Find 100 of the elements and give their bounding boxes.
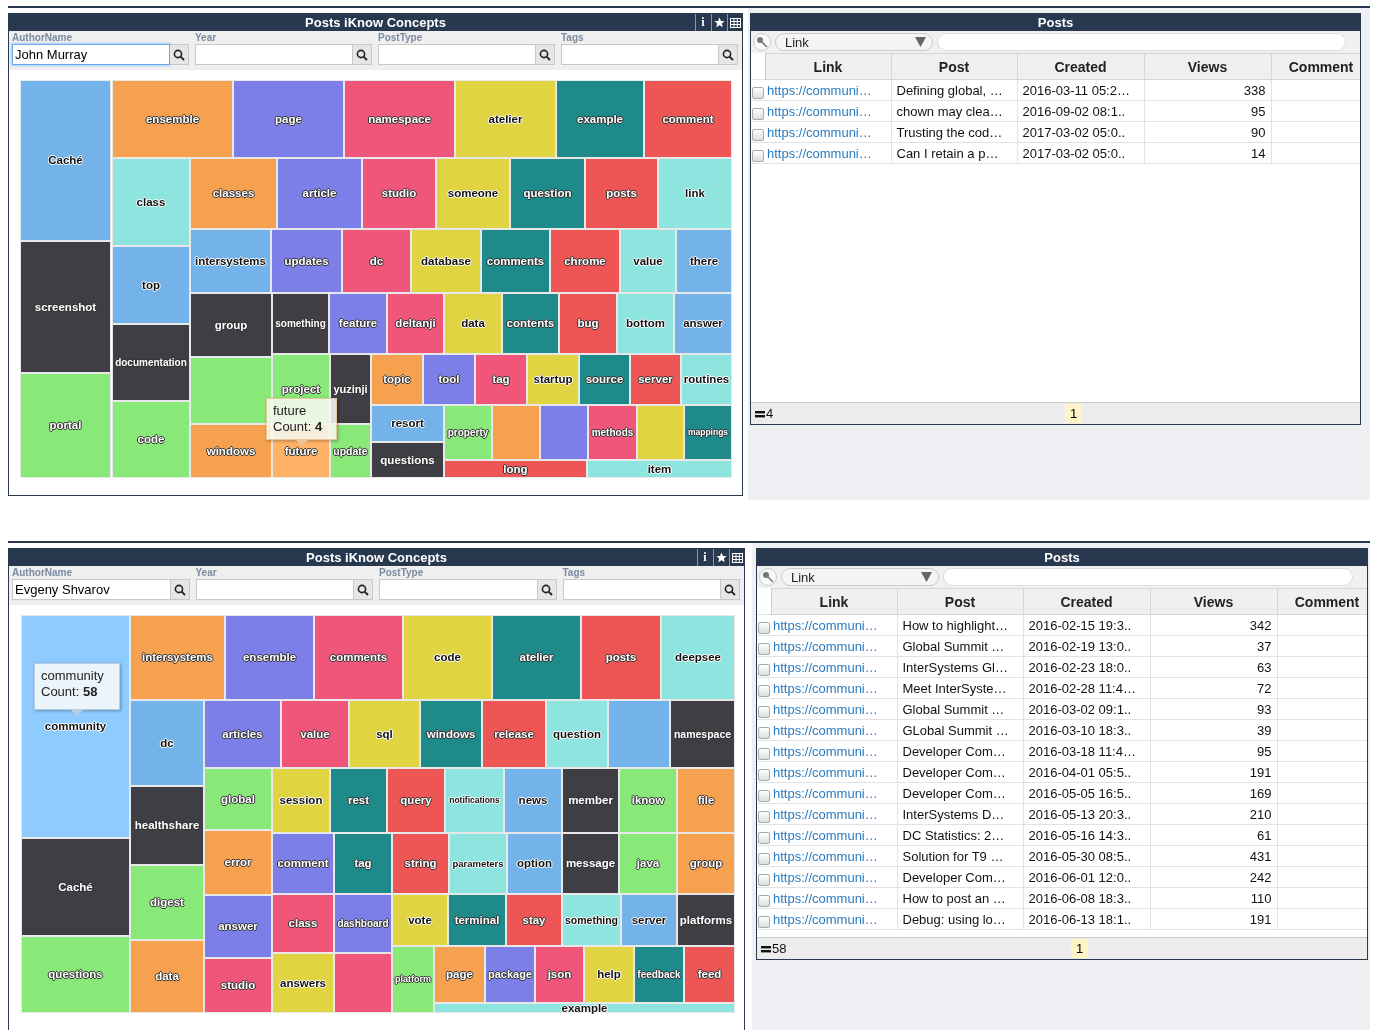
- filter-input[interactable]: Evgeny Shvarov: [12, 579, 171, 600]
- treemap-tile[interactable]: studio: [204, 958, 272, 1013]
- row-checkbox[interactable]: [758, 684, 770, 697]
- treemap-tile[interactable]: answers: [272, 953, 334, 1013]
- favorite-button[interactable]: [713, 549, 728, 566]
- row-checkbox[interactable]: [758, 747, 770, 760]
- field-dropdown[interactable]: Link: [781, 568, 939, 586]
- filter-input[interactable]: [561, 44, 719, 65]
- treemap-tile[interactable]: contents: [502, 293, 559, 354]
- column-header[interactable]: Post: [897, 588, 1023, 615]
- treemap-tile[interactable]: source: [579, 354, 630, 405]
- treemap-tile[interactable]: string: [392, 833, 449, 894]
- treemap-tile[interactable]: feed: [684, 946, 735, 1003]
- treemap-tile[interactable]: page: [233, 80, 344, 158]
- search-button[interactable]: [719, 44, 738, 65]
- treemap-tile[interactable]: stay: [506, 894, 562, 946]
- column-header[interactable]: Created: [1017, 53, 1144, 80]
- treemap-tile[interactable]: item: [587, 460, 732, 478]
- column-header[interactable]: Link: [765, 53, 891, 80]
- treemap-tile[interactable]: notifications: [445, 768, 504, 833]
- treemap-tile[interactable]: routines: [681, 354, 732, 405]
- treemap-tile[interactable]: something: [562, 894, 621, 946]
- field-dropdown[interactable]: Link: [775, 33, 933, 51]
- filter-input[interactable]: [195, 44, 353, 65]
- favorite-button[interactable]: [711, 14, 726, 31]
- treemap-tile[interactable]: healthshare: [130, 786, 204, 865]
- table-view-button[interactable]: [727, 14, 742, 31]
- row-checkbox[interactable]: [758, 831, 770, 844]
- treemap-tile[interactable]: atelier: [492, 615, 581, 700]
- row-checkbox[interactable]: [758, 663, 770, 676]
- treemap-tile[interactable]: comments: [481, 229, 550, 293]
- treemap-tile[interactable]: terminal: [448, 894, 506, 946]
- treemap-tile[interactable]: screenshot: [20, 241, 111, 373]
- row-checkbox[interactable]: [758, 768, 770, 781]
- treemap-tile[interactable]: example: [556, 80, 644, 158]
- treemap-tile[interactable]: comment: [272, 833, 334, 894]
- treemap-tile[interactable]: Caché: [20, 80, 111, 241]
- filter-input[interactable]: [195, 579, 354, 600]
- treemap-tile[interactable]: tag: [334, 833, 392, 894]
- treemap-tile[interactable]: message: [562, 833, 619, 894]
- row-checkbox[interactable]: [758, 789, 770, 802]
- treemap-tile[interactable]: studio: [362, 158, 436, 229]
- treemap-tile[interactable]: posts: [585, 158, 658, 229]
- treemap-tile[interactable]: feature: [329, 293, 387, 354]
- treemap-tile[interactable]: parameters: [449, 833, 507, 894]
- treemap-tile[interactable]: group: [190, 293, 272, 357]
- treemap-tile[interactable]: mappings: [684, 405, 732, 460]
- column-header[interactable]: Link: [771, 588, 897, 615]
- treemap-tile[interactable]: there: [676, 229, 732, 293]
- treemap-tile[interactable]: news: [504, 768, 562, 833]
- column-header[interactable]: Views: [1150, 588, 1277, 615]
- treemap-tile[interactable]: question: [510, 158, 585, 229]
- treemap-tile[interactable]: posts: [581, 615, 661, 700]
- treemap-tile[interactable]: namespace: [344, 80, 455, 158]
- page-button[interactable]: 1: [1065, 404, 1083, 423]
- treemap-tile[interactable]: dc: [342, 229, 411, 293]
- treemap-tile[interactable]: release: [482, 700, 546, 768]
- treemap-tile[interactable]: dc: [130, 700, 204, 786]
- column-header[interactable]: Views: [1144, 53, 1271, 80]
- search-button[interactable]: [353, 44, 372, 65]
- treemap-tile[interactable]: documentation: [112, 324, 190, 401]
- search-field[interactable]: [937, 33, 1346, 51]
- treemap-tile[interactable]: tag: [475, 354, 527, 405]
- search-button[interactable]: [536, 44, 555, 65]
- treemap-tile[interactable]: methods: [588, 405, 637, 460]
- treemap-tile[interactable]: answer: [674, 293, 732, 354]
- treemap-tile[interactable]: [608, 700, 670, 768]
- treemap-tile[interactable]: article: [277, 158, 362, 229]
- row-checkbox[interactable]: [758, 726, 770, 739]
- treemap-tile[interactable]: updates: [271, 229, 342, 293]
- column-header[interactable]: Comment: [1271, 53, 1360, 80]
- treemap-tile[interactable]: sql: [349, 700, 420, 768]
- row-checkbox[interactable]: [758, 621, 770, 634]
- treemap-tile[interactable]: vote: [392, 894, 448, 946]
- treemap-tile[interactable]: help: [584, 946, 634, 1003]
- treemap-tile[interactable]: link: [658, 158, 732, 229]
- row-checkbox[interactable]: [758, 705, 770, 718]
- treemap-tile[interactable]: deltanji: [387, 293, 444, 354]
- treemap-tile[interactable]: deepsee: [661, 615, 735, 700]
- row-checkbox[interactable]: [758, 852, 770, 865]
- filter-input[interactable]: John Murray: [12, 44, 170, 65]
- treemap-tile[interactable]: answer: [204, 895, 272, 958]
- treemap-tile[interactable]: question: [546, 700, 608, 768]
- treemap-tile[interactable]: feedback: [634, 946, 684, 1003]
- treemap-tile[interactable]: ensemble: [225, 615, 314, 700]
- treemap-tile[interactable]: questions: [371, 442, 444, 478]
- treemap-tile[interactable]: [492, 405, 540, 460]
- treemap-tile[interactable]: startup: [527, 354, 579, 405]
- treemap-tile[interactable]: top: [112, 246, 190, 324]
- treemap-tile[interactable]: someone: [436, 158, 510, 229]
- search-button[interactable]: [170, 44, 189, 65]
- column-header[interactable]: Post: [891, 53, 1017, 80]
- treemap-tile[interactable]: bottom: [617, 293, 674, 354]
- treemap-tile[interactable]: atelier: [455, 80, 556, 158]
- search-field[interactable]: [943, 568, 1353, 586]
- treemap-tile[interactable]: dashboard: [334, 894, 392, 953]
- treemap-tile[interactable]: [334, 953, 392, 1013]
- treemap-tile[interactable]: windows: [420, 700, 482, 768]
- row-checkbox[interactable]: [758, 915, 770, 928]
- treemap-tile[interactable]: json: [535, 946, 584, 1003]
